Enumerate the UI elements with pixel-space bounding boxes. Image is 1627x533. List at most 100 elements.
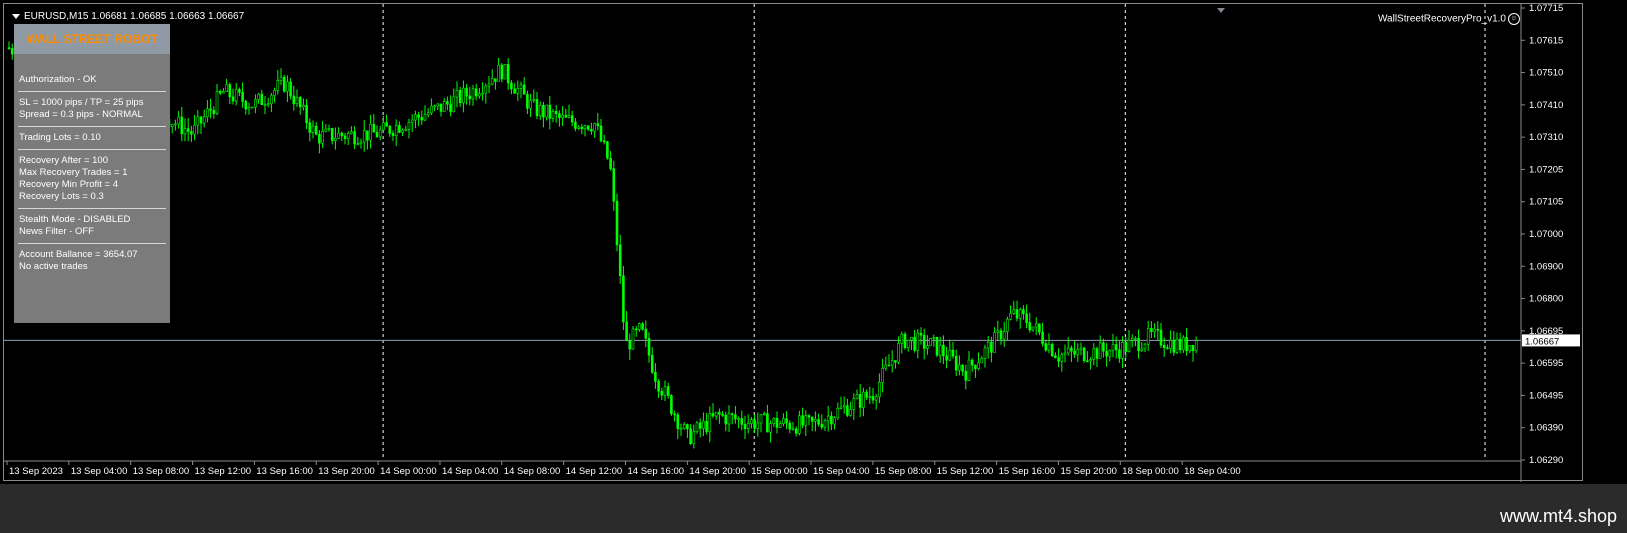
candle-body xyxy=(394,124,398,136)
candle-body xyxy=(1054,355,1057,359)
candle-body xyxy=(199,116,203,124)
candle-body xyxy=(529,100,532,109)
candle-body xyxy=(254,99,257,108)
candle-body xyxy=(855,394,859,399)
candle-body xyxy=(404,128,408,131)
candle-body xyxy=(1102,342,1105,352)
candle-body xyxy=(574,121,577,129)
candle-body xyxy=(462,87,465,103)
candle-body xyxy=(929,338,932,346)
candle-body xyxy=(1041,331,1044,344)
time-tick-label: 18 Sep 04:00 xyxy=(1184,466,1241,477)
candle-body xyxy=(1118,349,1121,359)
candle-body xyxy=(1073,350,1076,355)
candle-body xyxy=(743,424,747,430)
candle-body xyxy=(407,121,411,130)
candle-body xyxy=(964,370,968,381)
price-chart[interactable]: 1.07715 1.07615 1.07510 1.07410 1.07310 1.072… xyxy=(4,4,1584,482)
panel-line: Max Recovery Trades = 1 xyxy=(19,167,128,178)
candle-body xyxy=(714,411,718,417)
candle-body xyxy=(458,90,462,103)
candle-body xyxy=(721,414,724,416)
price-tag-text: 1.06667 xyxy=(1525,336,1559,347)
candle-body xyxy=(638,323,641,330)
candle-body xyxy=(401,129,404,133)
candle-body xyxy=(615,200,619,246)
candle-body xyxy=(302,104,305,108)
candle-body xyxy=(1137,337,1140,351)
candle-body xyxy=(388,126,392,134)
candle-body xyxy=(1066,347,1070,354)
candle-body xyxy=(1098,342,1102,359)
candle-body xyxy=(343,135,347,139)
candle-body xyxy=(382,122,385,131)
candle-body xyxy=(1111,344,1115,351)
candle-body xyxy=(263,103,267,106)
candle-body xyxy=(631,328,635,350)
candle-body xyxy=(1086,360,1089,363)
candle-body xyxy=(468,95,472,100)
footer-bar: www.mt4.shop xyxy=(0,484,1627,533)
shift-marker-icon[interactable] xyxy=(1217,8,1225,13)
candle-body xyxy=(711,413,715,417)
candle-body xyxy=(785,418,788,424)
panel-line: News Filter - OFF xyxy=(19,226,94,237)
candle-body xyxy=(250,106,254,109)
expert-advisor-label[interactable]: WallStreetRecoveryPro_v1.0 ☺ xyxy=(1378,13,1520,25)
time-tick-label: 13 Sep 04:00 xyxy=(71,466,128,477)
price-tick-label: 1.06290 xyxy=(1529,455,1563,466)
candle-body xyxy=(868,396,872,398)
candle-body xyxy=(385,122,388,127)
time-tick-label: 13 Sep 20:00 xyxy=(318,466,375,477)
candle-body xyxy=(532,99,536,101)
candle-body xyxy=(494,78,497,82)
candle-body xyxy=(497,64,500,82)
panel-line: Authorization - OK xyxy=(19,74,97,85)
candle-body xyxy=(449,103,452,112)
candle-body xyxy=(705,420,708,432)
candle-body xyxy=(1105,350,1108,357)
time-tick-label: 14 Sep 04:00 xyxy=(442,466,499,477)
chart-window[interactable]: 1.07715 1.07615 1.07510 1.07410 1.07310 1.072… xyxy=(3,3,1584,482)
candle-body xyxy=(993,332,996,353)
price-tick-label: 1.07000 xyxy=(1529,229,1563,240)
candle-body xyxy=(478,93,481,97)
candle-body xyxy=(849,409,852,416)
candle-body xyxy=(974,364,977,370)
candle-body xyxy=(1127,339,1131,352)
candle-body xyxy=(935,337,939,356)
candle-body xyxy=(583,125,587,130)
candle-body xyxy=(580,126,584,130)
candle-body xyxy=(218,91,222,94)
robot-info-panel: WALL STREET ROBOT Authorization - OK SL =… xyxy=(14,24,170,323)
candle-body xyxy=(890,360,894,366)
candle-body xyxy=(1028,322,1032,331)
candle-body xyxy=(596,123,600,127)
candle-body xyxy=(618,244,622,277)
candle-body xyxy=(430,105,433,114)
candle-body xyxy=(519,84,523,89)
candle-body xyxy=(858,394,862,408)
candle-body xyxy=(756,422,760,429)
candle-body xyxy=(954,355,958,371)
candle-body xyxy=(330,128,334,141)
candle-body xyxy=(433,105,436,108)
candle-body xyxy=(727,413,731,425)
panel-separator xyxy=(18,91,166,92)
candle-body xyxy=(1006,318,1009,332)
candle-body xyxy=(673,413,676,416)
candle-body xyxy=(350,131,353,134)
candle-body xyxy=(590,128,593,132)
dropdown-triangle-icon[interactable] xyxy=(12,13,20,19)
candle-body xyxy=(650,354,654,373)
panel-line: Trading Lots = 0.10 xyxy=(19,132,101,143)
candle-body xyxy=(564,115,568,118)
candle-body xyxy=(1146,327,1150,345)
candle-body xyxy=(740,418,744,425)
time-tick-label: 15 Sep 20:00 xyxy=(1060,466,1117,477)
candle-body xyxy=(865,391,868,398)
price-tick-label: 1.07310 xyxy=(1529,132,1563,143)
candle-body xyxy=(810,416,814,422)
candle-body xyxy=(871,396,875,401)
candle-body xyxy=(782,418,785,425)
